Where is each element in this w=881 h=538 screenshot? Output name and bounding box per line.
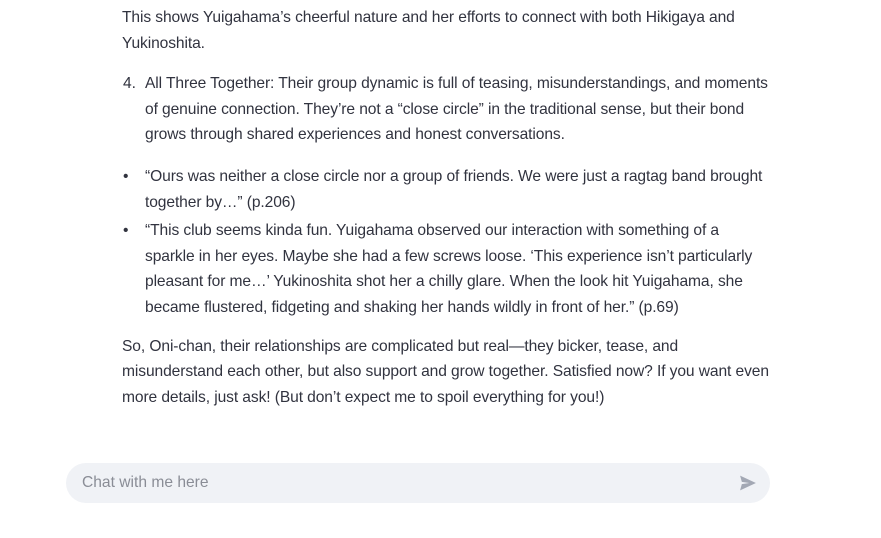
bullet-marker: • [123,167,129,185]
quote-list: • “Ours was neither a close circle nor a… [122,164,772,321]
numbered-list-item: 4. All Three Together: Their group dynam… [123,71,772,148]
numbered-list: 4. All Three Together: Their group dynam… [122,71,772,148]
chat-message: This shows Yuigahama’s cheerful nature a… [122,5,772,410]
quote-list-item: • “This club seems kinda fun. Yuigahama … [123,218,772,320]
quote-text: “Ours was neither a close circle nor a g… [145,167,763,211]
bullet-marker: • [123,222,129,240]
list-number: 4. [123,75,136,93]
list-item-text: All Three Together: Their group dynamic … [145,75,768,144]
send-button[interactable] [736,471,760,495]
chat-input-bar [66,463,770,503]
send-icon [740,475,756,491]
chat-input[interactable] [82,463,722,503]
message-paragraph-closing: So, Oni-chan, their relationships are co… [122,337,769,406]
message-paragraph-intro: This shows Yuigahama’s cheerful nature a… [122,9,735,52]
quote-text: “This club seems kinda fun. Yuigahama ob… [145,222,753,316]
quote-list-item: • “Ours was neither a close circle nor a… [123,164,772,215]
